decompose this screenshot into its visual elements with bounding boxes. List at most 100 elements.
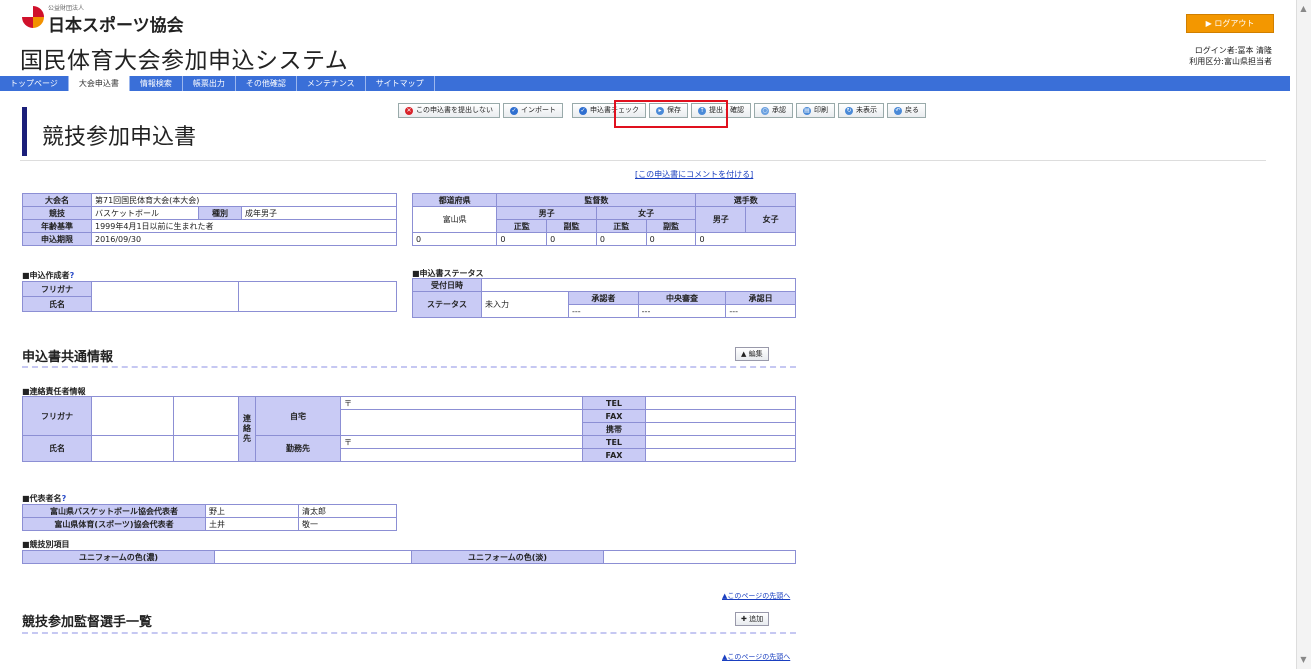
category-value: 成年男子 — [241, 206, 397, 220]
creator-name-value — [238, 281, 397, 312]
count-value: 0 — [546, 232, 597, 246]
highlight-box — [614, 100, 728, 128]
staff-male-header: 男子 — [496, 206, 597, 220]
work-tel-label: TEL — [582, 435, 646, 449]
work-tel-value — [645, 435, 796, 449]
print-icon: ▤ — [803, 106, 811, 115]
creator-table: フリガナ 氏名 — [22, 281, 397, 312]
approver-header: 承認者 — [568, 291, 639, 305]
work-postal: 〒 — [340, 435, 583, 449]
logout-button[interactable]: ▶ ログアウト — [1186, 14, 1274, 33]
contact-furigana-mei — [173, 396, 239, 436]
count-value: 0 — [595, 232, 647, 246]
contact-name-sei — [91, 435, 174, 462]
section-divider — [22, 366, 796, 368]
cancel-icon: ✕ — [405, 106, 413, 115]
add-comment-link[interactable]: [この申込書にコメントを付ける] — [635, 169, 753, 180]
not-submit-button[interactable]: ✕ この申込書を提出しない — [398, 103, 500, 118]
scroll-up-icon[interactable]: ▲ — [1296, 2, 1311, 16]
add-player-button[interactable]: ✚ 追加 — [735, 612, 770, 626]
received-date-label: 受付日時 — [412, 278, 482, 292]
deadline-value: 2016/09/30 — [91, 232, 397, 246]
male-sub-header: 副監 — [546, 219, 597, 233]
approve-label: 承認 — [772, 106, 786, 114]
nav-top[interactable]: トップページ — [0, 76, 69, 91]
central-review-value: --- — [637, 304, 727, 318]
rep1-mei: 清太郎 — [298, 504, 397, 518]
sport-value: バスケットボール — [91, 206, 199, 220]
back-label: 戻る — [905, 106, 919, 114]
print-button[interactable]: ▤ 印刷 — [796, 103, 835, 118]
page-top-link[interactable]: ▲このページの先頭へ — [722, 591, 790, 601]
jsa-logo-icon — [22, 6, 44, 28]
rep2-mei: 敬一 — [298, 517, 397, 531]
vertical-scrollbar[interactable] — [1296, 0, 1311, 669]
system-title: 国民体育大会参加申込システム — [20, 48, 349, 74]
work-address — [340, 448, 583, 462]
scroll-down-icon[interactable]: ▼ — [1296, 653, 1311, 667]
home-tel-value — [645, 396, 796, 410]
reps-table: 富山県バスケットボール協会代表者 野上 清太郎 富山県体育(スポーツ)協会代表者 土井… — [22, 504, 397, 531]
nav-reports[interactable]: 帳票出力 — [183, 76, 236, 91]
back-button[interactable]: ↶ 戻る — [887, 103, 926, 118]
edit-common-button[interactable]: ▲ 編集 — [735, 347, 769, 361]
mobile-value — [645, 422, 796, 436]
staff-female-header: 女子 — [595, 206, 697, 220]
pref-header: 都道府県 — [411, 193, 498, 207]
deadline-label: 申込期限 — [22, 232, 92, 246]
user-category: 利用区分:富山県担当者 — [1189, 57, 1272, 66]
approve-icon: ○ — [761, 106, 769, 115]
creator-label: ■申込作成者 — [22, 271, 70, 280]
creator-section-label: ■申込作成者? — [22, 270, 74, 281]
nav-application[interactable]: 大会申込書 — [68, 76, 130, 91]
help-icon[interactable]: ? — [62, 494, 67, 503]
hide-button[interactable]: ↻ 未表示 — [838, 103, 884, 118]
age-criteria-label: 年齢基準 — [22, 219, 92, 233]
nav-search[interactable]: 情報検索 — [130, 76, 183, 91]
pref-value: 富山県 — [411, 206, 498, 233]
received-date-value — [481, 278, 796, 292]
rep2-label: 富山県体育(スポーツ)協会代表者 — [22, 517, 206, 531]
status-table: 受付日時 ステータス 未入力 承認者 中央審査 承認日 --- --- --- — [412, 278, 796, 318]
nav-other[interactable]: その他確認 — [236, 76, 297, 91]
contact-table: フリガナ 連絡先 自宅 〒 TEL FAX 携帯 氏名 勤務先 〒 TEL FA… — [22, 396, 796, 462]
work-fax-label: FAX — [582, 448, 646, 462]
not-submit-label: この申込書を提出しない — [416, 106, 493, 114]
contact-name-mei — [173, 435, 239, 462]
section-divider — [22, 632, 796, 634]
nav-maintenance[interactable]: メンテナンス — [297, 76, 366, 91]
logout-label: ログアウト — [1214, 19, 1255, 28]
players-male-header: 男子 — [695, 206, 747, 233]
uniform-table: ユニフォームの色(濃) ユニフォームの色(淡) — [22, 550, 796, 564]
count-value: 0 — [695, 232, 796, 246]
hide-label: 未表示 — [856, 106, 877, 114]
home-tel-label: TEL — [582, 396, 646, 410]
home-address — [340, 409, 583, 436]
common-info-heading: 申込書共通情報 — [22, 350, 114, 365]
nav-sitemap[interactable]: サイトマップ — [366, 76, 435, 91]
count-value: 0 — [496, 232, 548, 246]
contact-furigana-sei — [91, 396, 174, 436]
work-label: 勤務先 — [255, 435, 341, 462]
uniform-light-label: ユニフォームの色(淡) — [411, 550, 604, 564]
import-button[interactable]: ✓ インポート — [503, 103, 563, 118]
import-label: インポート — [521, 106, 556, 114]
page-top-link-bottom[interactable]: ▲このページの先頭へ — [722, 652, 790, 662]
work-fax-value — [645, 448, 796, 462]
event-name-value: 第71回国民体育大会(本大会) — [91, 193, 397, 207]
event-name-label: 大会名 — [22, 193, 92, 207]
home-label: 自宅 — [255, 396, 341, 436]
uniform-light-value — [603, 550, 796, 564]
players-heading: 競技参加監督選手一覧 — [22, 615, 153, 630]
approve-button[interactable]: ○ 承認 — [754, 103, 793, 118]
creator-name-label: 氏名 — [22, 296, 92, 312]
home-fax-label: FAX — [582, 409, 646, 423]
help-icon[interactable]: ? — [70, 271, 75, 280]
login-user: ログイン者:冨本 清隆 — [1194, 46, 1272, 55]
players-female-header: 女子 — [745, 206, 796, 233]
age-criteria-value: 1999年4月1日以前に生まれた者 — [91, 219, 397, 233]
creator-furigana-label: フリガナ — [22, 281, 92, 297]
rep1-label: 富山県バスケットボール協会代表者 — [22, 504, 206, 518]
female-main-header: 正監 — [595, 219, 647, 233]
count-value: 0 — [411, 232, 498, 246]
